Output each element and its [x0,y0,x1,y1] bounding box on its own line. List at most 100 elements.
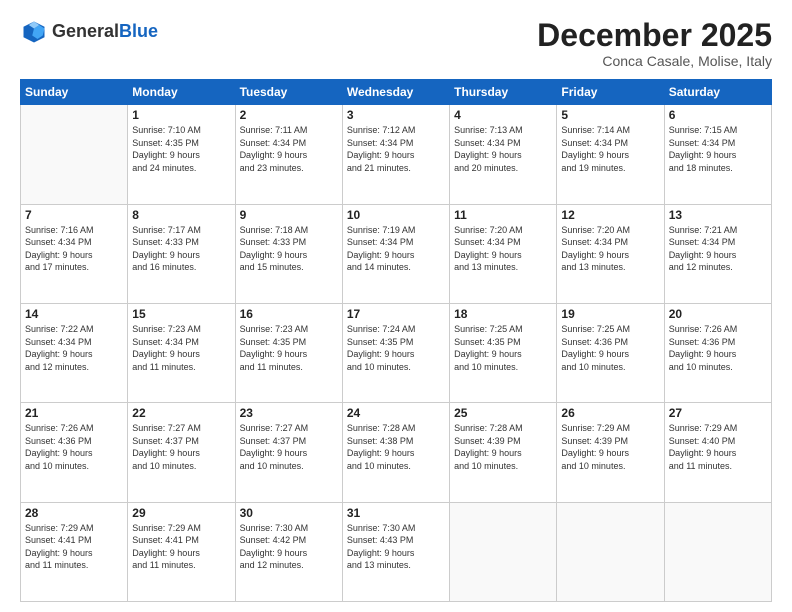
calendar-cell: 4Sunrise: 7:13 AM Sunset: 4:34 PM Daylig… [450,105,557,204]
calendar-cell: 7Sunrise: 7:16 AM Sunset: 4:34 PM Daylig… [21,204,128,303]
header: GeneralBlue December 2025 Conca Casale, … [20,18,772,69]
calendar-cell: 1 Sunrise: 7:10 AM Sunset: 4:35 PM Daylig… [128,105,235,204]
day-info: Sunrise: 7:14 AM Sunset: 4:34 PM Dayligh… [561,124,659,174]
day-number: 28 [25,506,123,520]
calendar-cell: 8 Sunrise: 7:17 AM Sunset: 4:33 PM Daylig… [128,204,235,303]
calendar-cell: 20Sunrise: 7:26 AM Sunset: 4:36 PM Dayli… [664,303,771,402]
calendar-week-row: 21Sunrise: 7:26 AM Sunset: 4:36 PM Dayli… [21,403,772,502]
day-number: 8 [132,208,230,222]
day-number: 16 [240,307,338,321]
calendar-cell: 5 Sunrise: 7:14 AM Sunset: 4:34 PM Daylig… [557,105,664,204]
day-number: 11 [454,208,552,222]
day-info: Sunrise: 7:21 AM Sunset: 4:34 PM Dayligh… [669,224,767,274]
col-header-tuesday: Tuesday [235,80,342,105]
day-number: 18 [454,307,552,321]
day-info: Sunrise: 7:29 AM Sunset: 4:40 PM Dayligh… [669,422,767,472]
calendar-cell: 2 Sunrise: 7:11 AM Sunset: 4:34 PM Daylig… [235,105,342,204]
day-info: Sunrise: 7:10 AM Sunset: 4:35 PM Dayligh… [132,124,230,174]
day-info: Sunrise: 7:20 AM Sunset: 4:34 PM Dayligh… [561,224,659,274]
day-number: 19 [561,307,659,321]
month-title: December 2025 [537,18,772,53]
day-number: 3 [347,108,445,122]
col-header-monday: Monday [128,80,235,105]
calendar-cell: 12Sunrise: 7:20 AM Sunset: 4:34 PM Dayli… [557,204,664,303]
day-number: 27 [669,406,767,420]
day-number: 24 [347,406,445,420]
day-info: Sunrise: 7:29 AM Sunset: 4:41 PM Dayligh… [25,522,123,572]
col-header-thursday: Thursday [450,80,557,105]
day-info: Sunrise: 7:17 AM Sunset: 4:33 PM Dayligh… [132,224,230,274]
calendar-cell: 14 Sunrise: 7:22 AM Sunset: 4:34 PM Dayli… [21,303,128,402]
logo-text: GeneralBlue [52,22,158,42]
day-info: Sunrise: 7:30 AM Sunset: 4:43 PM Dayligh… [347,522,445,572]
page: GeneralBlue December 2025 Conca Casale, … [0,0,792,612]
calendar-cell: 11Sunrise: 7:20 AM Sunset: 4:34 PM Dayli… [450,204,557,303]
day-number: 13 [669,208,767,222]
calendar-cell: 13 Sunrise: 7:21 AM Sunset: 4:34 PM Dayli… [664,204,771,303]
calendar: SundayMondayTuesdayWednesdayThursdayFrid… [20,79,772,602]
day-info: Sunrise: 7:27 AM Sunset: 4:37 PM Dayligh… [132,422,230,472]
location: Conca Casale, Molise, Italy [537,53,772,69]
calendar-cell: 18 Sunrise: 7:25 AM Sunset: 4:35 PM Dayli… [450,303,557,402]
logo-blue: Blue [119,22,158,42]
day-number: 31 [347,506,445,520]
calendar-cell: 10Sunrise: 7:19 AM Sunset: 4:34 PM Dayli… [342,204,449,303]
calendar-cell: 6 Sunrise: 7:15 AM Sunset: 4:34 PM Daylig… [664,105,771,204]
day-number: 15 [132,307,230,321]
day-number: 9 [240,208,338,222]
day-info: Sunrise: 7:27 AM Sunset: 4:37 PM Dayligh… [240,422,338,472]
calendar-cell [450,502,557,601]
col-header-friday: Friday [557,80,664,105]
col-header-sunday: Sunday [21,80,128,105]
calendar-cell: 21Sunrise: 7:26 AM Sunset: 4:36 PM Dayli… [21,403,128,502]
day-number: 6 [669,108,767,122]
day-info: Sunrise: 7:30 AM Sunset: 4:42 PM Dayligh… [240,522,338,572]
day-number: 25 [454,406,552,420]
calendar-cell: 31 Sunrise: 7:30 AM Sunset: 4:43 PM Dayli… [342,502,449,601]
day-info: Sunrise: 7:18 AM Sunset: 4:33 PM Dayligh… [240,224,338,274]
day-number: 17 [347,307,445,321]
day-number: 1 [132,108,230,122]
calendar-cell: 28 Sunrise: 7:29 AM Sunset: 4:41 PM Dayli… [21,502,128,601]
calendar-cell [664,502,771,601]
calendar-week-row: 7Sunrise: 7:16 AM Sunset: 4:34 PM Daylig… [21,204,772,303]
day-info: Sunrise: 7:24 AM Sunset: 4:35 PM Dayligh… [347,323,445,373]
calendar-cell: 29Sunrise: 7:29 AM Sunset: 4:41 PM Dayli… [128,502,235,601]
day-number: 29 [132,506,230,520]
day-info: Sunrise: 7:23 AM Sunset: 4:35 PM Dayligh… [240,323,338,373]
day-number: 26 [561,406,659,420]
calendar-cell [557,502,664,601]
day-info: Sunrise: 7:26 AM Sunset: 4:36 PM Dayligh… [669,323,767,373]
day-number: 10 [347,208,445,222]
calendar-cell: 19 Sunrise: 7:25 AM Sunset: 4:36 PM Dayli… [557,303,664,402]
calendar-cell: 30Sunrise: 7:30 AM Sunset: 4:42 PM Dayli… [235,502,342,601]
calendar-cell: 15Sunrise: 7:23 AM Sunset: 4:34 PM Dayli… [128,303,235,402]
day-number: 2 [240,108,338,122]
day-number: 14 [25,307,123,321]
day-number: 5 [561,108,659,122]
day-number: 4 [454,108,552,122]
calendar-cell: 25 Sunrise: 7:28 AM Sunset: 4:39 PM Dayli… [450,403,557,502]
calendar-cell: 23Sunrise: 7:27 AM Sunset: 4:37 PM Dayli… [235,403,342,502]
day-info: Sunrise: 7:15 AM Sunset: 4:34 PM Dayligh… [669,124,767,174]
day-number: 21 [25,406,123,420]
logo: GeneralBlue [20,18,158,46]
day-info: Sunrise: 7:11 AM Sunset: 4:34 PM Dayligh… [240,124,338,174]
calendar-cell: 22 Sunrise: 7:27 AM Sunset: 4:37 PM Dayli… [128,403,235,502]
day-number: 22 [132,406,230,420]
col-header-wednesday: Wednesday [342,80,449,105]
day-info: Sunrise: 7:25 AM Sunset: 4:35 PM Dayligh… [454,323,552,373]
calendar-cell: 9 Sunrise: 7:18 AM Sunset: 4:33 PM Daylig… [235,204,342,303]
calendar-week-row: 14 Sunrise: 7:22 AM Sunset: 4:34 PM Dayli… [21,303,772,402]
calendar-cell: 24 Sunrise: 7:28 AM Sunset: 4:38 PM Dayli… [342,403,449,502]
calendar-cell: 3Sunrise: 7:12 AM Sunset: 4:34 PM Daylig… [342,105,449,204]
day-info: Sunrise: 7:22 AM Sunset: 4:34 PM Dayligh… [25,323,123,373]
logo-general: General [52,22,119,42]
day-info: Sunrise: 7:28 AM Sunset: 4:38 PM Dayligh… [347,422,445,472]
title-block: December 2025 Conca Casale, Molise, Ital… [537,18,772,69]
calendar-cell: 17 Sunrise: 7:24 AM Sunset: 4:35 PM Dayli… [342,303,449,402]
day-info: Sunrise: 7:29 AM Sunset: 4:39 PM Dayligh… [561,422,659,472]
day-info: Sunrise: 7:25 AM Sunset: 4:36 PM Dayligh… [561,323,659,373]
day-info: Sunrise: 7:28 AM Sunset: 4:39 PM Dayligh… [454,422,552,472]
calendar-week-row: 28 Sunrise: 7:29 AM Sunset: 4:41 PM Dayli… [21,502,772,601]
